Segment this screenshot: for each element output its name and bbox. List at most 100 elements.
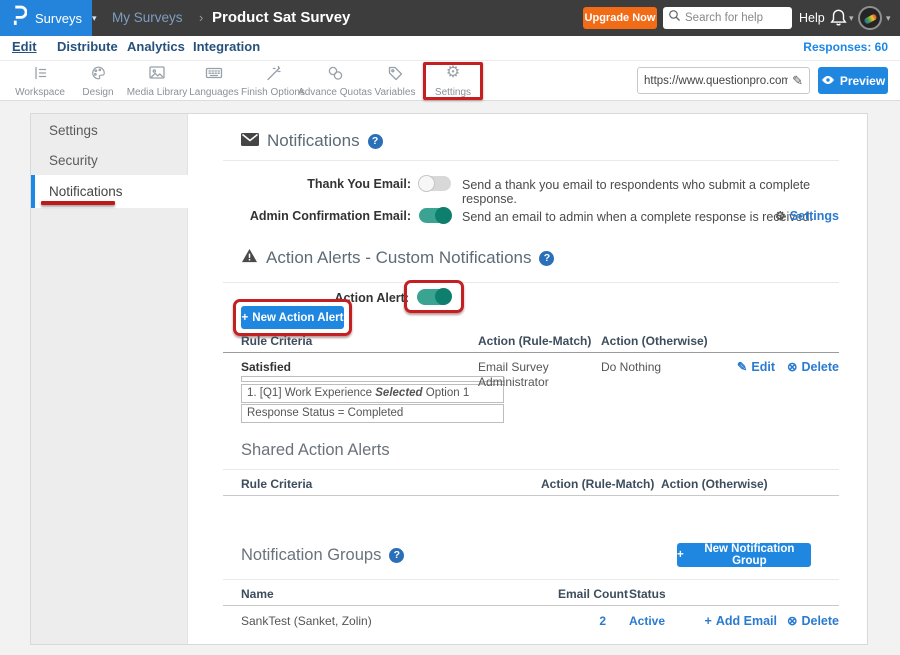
column-header-action-rule-match: Action (Rule-Match) xyxy=(541,477,654,491)
avatar-dropdown-caret-icon[interactable]: ▾ xyxy=(886,13,891,24)
divider xyxy=(223,579,839,580)
surveys-app-menu[interactable]: Surveys ▾ xyxy=(0,0,92,36)
thank-you-email-description: Send a thank you email to respondents wh… xyxy=(462,178,867,206)
thank-you-email-toggle[interactable] xyxy=(419,176,451,191)
toolbar-settings[interactable]: ⚙ Settings xyxy=(424,64,482,98)
toolbar-advance-quotas[interactable]: Advance Quotas xyxy=(300,64,370,98)
toolbar-design[interactable]: Design xyxy=(68,64,128,98)
new-action-alert-button[interactable]: + New Action Alert xyxy=(241,306,344,329)
admin-confirmation-email-label: Admin Confirmation Email: xyxy=(223,209,411,223)
delete-circle-icon: ⊗ xyxy=(787,359,797,374)
breadcrumb-separator: › xyxy=(199,0,203,36)
delete-link[interactable]: ⊗Delete xyxy=(787,613,839,628)
rule-collapsed-bar xyxy=(241,376,504,382)
column-header-action-otherwise: Action (Otherwise) xyxy=(661,477,768,491)
admin-confirmation-email-toggle[interactable] xyxy=(419,208,451,223)
row-actions: +Add Email ⊗Delete xyxy=(686,613,839,628)
cell-group-name: SankTest (Sanket, Zolin) xyxy=(241,614,372,628)
bell-dropdown-caret-icon[interactable]: ▾ xyxy=(849,13,854,24)
column-header-status: Status xyxy=(629,587,666,601)
cell-status-active[interactable]: Active xyxy=(629,614,665,628)
column-header-rule-criteria: Rule Criteria xyxy=(241,477,312,491)
action-alert-toggle-label: Action Alert: xyxy=(223,291,409,305)
avatar-image xyxy=(863,13,877,24)
search-input[interactable] xyxy=(685,12,787,24)
preview-button[interactable]: Preview xyxy=(818,67,888,94)
plus-icon: + xyxy=(705,614,712,628)
rule-status: Satisfied xyxy=(241,360,291,374)
admin-email-settings-link[interactable]: ⚙ Settings xyxy=(731,209,839,223)
tab-edit[interactable]: Edit xyxy=(12,36,37,58)
sidebar-item-security[interactable]: Security xyxy=(31,146,188,176)
new-notification-group-button[interactable]: + New Notification Group xyxy=(677,543,811,567)
sidebar-item-settings[interactable]: Settings xyxy=(31,116,188,146)
tab-analytics[interactable]: Analytics xyxy=(127,36,185,58)
languages-keyboard-icon xyxy=(205,64,223,81)
media-library-icon xyxy=(148,64,166,81)
action-alerts-section-title: Action Alerts - Custom Notifications ? xyxy=(241,248,554,268)
table-header-divider xyxy=(223,605,839,606)
advance-quotas-chain-icon xyxy=(327,64,344,81)
top-bar: Surveys ▾ My Surveys › Product Sat Surve… xyxy=(0,0,900,36)
column-header-name: Name xyxy=(241,587,274,601)
survey-url-input[interactable] xyxy=(644,75,788,87)
delete-link[interactable]: ⊗Delete xyxy=(787,359,839,374)
cell-rule-match-action: Email Survey Administrator xyxy=(478,360,578,390)
settings-sidebar: Settings Security Notifications xyxy=(31,114,188,644)
thank-you-email-label: Thank You Email: xyxy=(223,177,411,191)
breadcrumb-current-survey: Product Sat Survey xyxy=(212,0,350,36)
toolbar-variables[interactable]: Variables xyxy=(366,64,424,98)
user-avatar[interactable] xyxy=(858,6,882,30)
table-header-divider xyxy=(223,495,839,496)
search-icon xyxy=(668,9,681,27)
questionpro-settings-page: Surveys ▾ My Surveys › Product Sat Surve… xyxy=(0,0,900,655)
plus-icon: + xyxy=(677,549,684,561)
shared-action-alerts-title: Shared Action Alerts xyxy=(241,441,390,460)
survey-url-field: ✎ xyxy=(637,67,810,94)
edit-toolbar: Workspace Design Media Library Languages… xyxy=(0,60,900,101)
edit-link[interactable]: ✎Edit xyxy=(737,359,775,374)
breadcrumb-my-surveys[interactable]: My Surveys xyxy=(112,0,183,36)
plus-icon: + xyxy=(242,312,249,324)
help-badge-icon[interactable]: ? xyxy=(539,251,554,266)
cell-email-count-link[interactable]: 2 xyxy=(586,614,606,628)
workspace-icon xyxy=(31,64,49,81)
tab-distribute[interactable]: Distribute xyxy=(57,36,118,58)
column-header-action-rule-match: Action (Rule-Match) xyxy=(478,334,591,348)
notifications-section-title: Notifications ? xyxy=(241,131,383,151)
toolbar-media-library[interactable]: Media Library xyxy=(124,64,190,98)
divider xyxy=(223,469,839,470)
column-header-rule-criteria: Rule Criteria xyxy=(241,334,312,348)
add-email-link[interactable]: +Add Email xyxy=(705,613,777,628)
toolbar-finish-options[interactable]: Finish Options xyxy=(240,64,306,98)
gear-icon: ⚙ xyxy=(775,209,786,223)
divider xyxy=(223,282,839,283)
settings-gear-icon: ⚙ xyxy=(446,64,460,81)
help-badge-icon[interactable]: ? xyxy=(389,548,404,563)
responses-count[interactable]: Responses: 60 xyxy=(803,36,888,58)
settings-panel: Settings Security Notifications Notifica… xyxy=(30,113,868,645)
variables-tag-icon xyxy=(387,64,404,81)
help-badge-icon[interactable]: ? xyxy=(368,134,383,149)
chevron-down-icon: ▾ xyxy=(92,13,97,24)
finish-options-wand-icon xyxy=(265,64,282,81)
questionpro-logo-icon xyxy=(12,4,27,32)
help-link[interactable]: Help xyxy=(799,0,825,36)
help-search-box xyxy=(663,7,792,29)
delete-circle-icon: ⊗ xyxy=(787,613,797,628)
toolbar-languages[interactable]: Languages xyxy=(184,64,244,98)
envelope-icon xyxy=(241,131,259,151)
app-menu-label: Surveys xyxy=(35,11,82,26)
cell-otherwise-action: Do Nothing xyxy=(601,360,661,374)
notification-groups-title: Notification Groups ? xyxy=(241,546,404,565)
divider xyxy=(223,160,839,161)
notifications-bell-icon[interactable] xyxy=(829,8,848,32)
column-header-email-count: Email Count xyxy=(558,587,628,601)
edit-url-pencil-icon[interactable]: ✎ xyxy=(792,73,803,89)
tab-integration[interactable]: Integration xyxy=(193,36,260,58)
action-alert-toggle[interactable] xyxy=(417,289,451,305)
toolbar-workspace[interactable]: Workspace xyxy=(10,64,70,98)
column-header-action-otherwise: Action (Otherwise) xyxy=(601,334,708,348)
rule-item: Response Status = Completed xyxy=(241,404,504,423)
upgrade-now-button[interactable]: Upgrade Now xyxy=(583,7,657,29)
